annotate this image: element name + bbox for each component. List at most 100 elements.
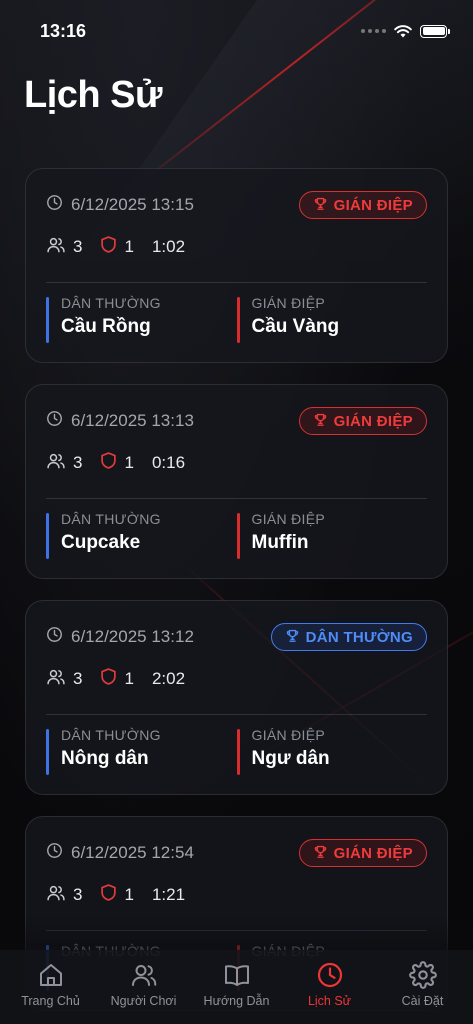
game-duration: 1:02 <box>152 237 185 257</box>
spy-count: 1 <box>100 667 134 691</box>
tab-label: Cài Đặt <box>401 994 444 1008</box>
book-icon <box>223 961 251 989</box>
users-icon <box>46 883 66 908</box>
winner-label: GIÁN ĐIỆP <box>333 844 413 862</box>
clock-icon <box>46 194 63 216</box>
winner-badge: GIÁN ĐIỆP <box>298 191 427 219</box>
card-divider <box>46 282 427 283</box>
clock-icon <box>316 961 344 989</box>
player-count-value: 3 <box>73 669 83 688</box>
tab-label: Hướng Dẫn <box>203 994 270 1008</box>
player-count-value: 3 <box>73 453 83 472</box>
datetime-text: 6/12/2025 13:12 <box>71 627 194 646</box>
battery-icon <box>420 24 450 38</box>
datetime-text: 6/12/2025 12:54 <box>71 843 194 862</box>
winner-badge: GIÁN ĐIỆP <box>298 839 427 867</box>
spy-word: Muffin <box>251 532 309 553</box>
spy-count-value: 1 <box>124 669 134 688</box>
game-duration: 1:21 <box>152 885 185 905</box>
spy-count: 1 <box>100 883 134 907</box>
tab-bar: Trang Chủ Người Chơi Hướng Dẫn Lịch Sử C… <box>0 915 473 1024</box>
game-datetime: 6/12/2025 13:12 <box>46 626 194 648</box>
civilian-role: DÂN THƯỜNG Nông dân <box>46 727 237 775</box>
tab-label: Trang Chủ <box>21 994 80 1008</box>
civilian-label: DÂN THƯỜNG <box>61 295 161 311</box>
datetime-text: 6/12/2025 13:13 <box>71 411 194 430</box>
shield-icon <box>100 451 117 475</box>
history-card[interactable]: 6/12/2025 13:12 DÂN THƯỜNG 3 1 2:02 DÂN … <box>25 600 448 795</box>
player-count-value: 3 <box>73 885 83 904</box>
civilian-role: DÂN THƯỜNG Cầu Rồng <box>46 295 237 343</box>
tab-home[interactable]: Trang Chủ <box>6 951 96 1024</box>
player-count: 3 <box>46 451 82 476</box>
winner-label: DÂN THƯỜNG <box>305 628 413 646</box>
clock-icon <box>46 410 63 432</box>
history-card[interactable]: 6/12/2025 13:13 GIÁN ĐIỆP 3 1 0:16 DÂN T… <box>25 384 448 579</box>
card-divider <box>46 498 427 499</box>
civilian-word: Cupcake <box>61 532 141 553</box>
page-title: Lịch Sử <box>24 74 163 116</box>
game-datetime: 6/12/2025 13:13 <box>46 410 194 432</box>
shield-icon <box>100 235 117 259</box>
spy-word: Ngư dân <box>251 748 330 769</box>
civilian-word: Nông dân <box>61 748 149 769</box>
gear-icon <box>408 961 437 989</box>
spy-role: GIÁN ĐIỆP Ngư dân <box>236 727 428 775</box>
signal-icon <box>361 29 386 33</box>
spy-count-value: 1 <box>124 237 134 256</box>
duration-value: 1:21 <box>151 885 186 904</box>
civilian-word: Cầu Rồng <box>61 316 151 337</box>
duration-value: 2:02 <box>151 669 186 688</box>
home-icon <box>37 961 65 989</box>
game-datetime: 6/12/2025 12:54 <box>46 842 194 864</box>
winner-badge: GIÁN ĐIỆP <box>298 407 427 435</box>
spy-count-value: 1 <box>124 885 134 904</box>
spy-count-value: 1 <box>124 453 134 472</box>
users-icon <box>46 451 66 476</box>
tab-label: Lịch Sử <box>307 994 352 1008</box>
tab-users[interactable]: Người Chơi <box>99 951 189 1024</box>
status-bar: 13:16 <box>0 0 473 54</box>
spy-label: GIÁN ĐIỆP <box>251 295 325 311</box>
wifi-icon <box>394 24 412 37</box>
card-divider <box>46 930 427 931</box>
users-icon <box>46 235 66 260</box>
spy-role: GIÁN ĐIỆP Muffin <box>236 511 428 559</box>
winner-label: GIÁN ĐIỆP <box>333 412 413 430</box>
spy-label: GIÁN ĐIỆP <box>251 511 325 527</box>
duration-value: 0:16 <box>151 453 186 472</box>
status-icons <box>361 24 450 38</box>
tab-book[interactable]: Hướng Dẫn <box>192 951 282 1024</box>
trophy-icon <box>313 196 328 215</box>
spy-count: 1 <box>100 235 134 259</box>
tab-gear[interactable]: Cài Đặt <box>378 951 468 1024</box>
history-card[interactable]: 6/12/2025 13:15 GIÁN ĐIỆP 3 1 1:02 DÂN T… <box>25 168 448 363</box>
shield-icon <box>100 883 117 907</box>
trophy-icon <box>313 412 328 431</box>
game-datetime: 6/12/2025 13:15 <box>46 194 194 216</box>
trophy-icon <box>285 628 300 647</box>
trophy-icon <box>313 844 328 863</box>
spy-label: GIÁN ĐIỆP <box>251 727 325 743</box>
duration-value: 1:02 <box>151 237 186 256</box>
spy-count: 1 <box>100 451 134 475</box>
winner-label: GIÁN ĐIỆP <box>333 196 413 214</box>
game-duration: 0:16 <box>152 453 185 473</box>
tab-clock[interactable]: Lịch Sử <box>285 951 375 1024</box>
game-duration: 2:02 <box>152 669 185 689</box>
player-count: 3 <box>46 883 82 908</box>
player-count: 3 <box>46 667 82 692</box>
clock-icon <box>46 842 63 864</box>
civilian-label: DÂN THƯỜNG <box>61 727 161 743</box>
clock-icon <box>46 626 63 648</box>
tab-label: Người Chơi <box>110 994 177 1008</box>
datetime-text: 6/12/2025 13:15 <box>71 195 194 214</box>
shield-icon <box>100 667 117 691</box>
card-divider <box>46 714 427 715</box>
player-count-value: 3 <box>73 237 83 256</box>
civilian-role: DÂN THƯỜNG Cupcake <box>46 511 237 559</box>
spy-word: Cầu Vàng <box>251 316 340 337</box>
spy-role: GIÁN ĐIỆP Cầu Vàng <box>236 295 428 343</box>
winner-badge: DÂN THƯỜNG <box>270 623 427 651</box>
civilian-label: DÂN THƯỜNG <box>61 511 161 527</box>
